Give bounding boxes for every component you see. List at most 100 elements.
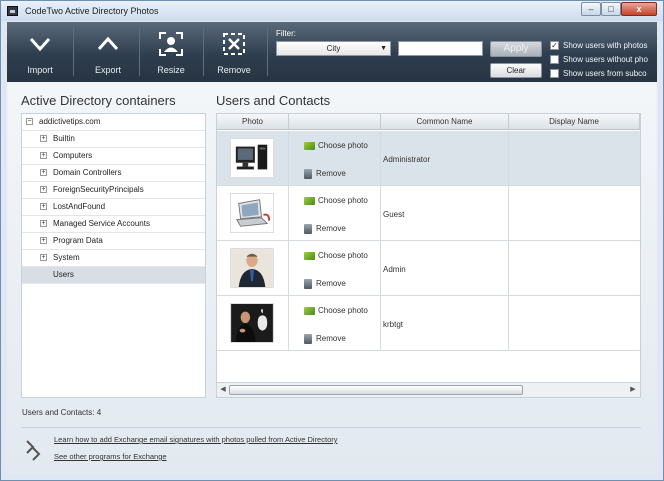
scroll-right-icon[interactable]: ▶ (628, 385, 638, 395)
expand-icon[interactable]: + (40, 237, 47, 244)
tree-root-label: addictivetips.com (39, 117, 101, 126)
tree-item-domain-controllers[interactable]: + Domain Controllers (22, 165, 205, 182)
expand-icon[interactable]: + (40, 220, 47, 227)
expand-icon[interactable]: + (40, 254, 47, 261)
tree-item-system[interactable]: + System (22, 250, 205, 267)
other-programs-link[interactable]: See other programs for Exchange (54, 452, 167, 461)
double-chevron-icon (26, 440, 41, 461)
photo-cell (217, 296, 289, 351)
containers-tree: − addictivetips.com + Builtin + Computer… (21, 113, 206, 398)
resize-button[interactable]: Resize (141, 22, 201, 82)
expand-icon[interactable]: + (40, 152, 47, 159)
remove-photo-icon (223, 33, 245, 55)
presenter-photo (230, 303, 274, 343)
show-subcontainers-checkbox[interactable]: Show users from subco (550, 69, 657, 79)
export-label: Export (94, 65, 121, 75)
expand-icon[interactable]: + (40, 169, 47, 176)
remove-photo-label: Remove (316, 279, 346, 289)
minimize-button[interactable]: – (581, 2, 601, 16)
expand-icon[interactable]: + (40, 203, 47, 210)
checkbox-icon (550, 69, 559, 79)
tree-item-label: LostAndFound (53, 202, 106, 211)
scroll-left-icon[interactable]: ◀ (218, 385, 228, 395)
main-content: Active Directory containers Users and Co… (7, 82, 657, 474)
horizontal-scrollbar[interactable]: ◀ ▶ (217, 382, 640, 397)
folder-icon (304, 306, 315, 315)
maximize-button[interactable]: □ (601, 2, 621, 16)
tree-item-label: ForeignSecurityPrincipals (53, 185, 144, 194)
apply-button[interactable]: Apply (490, 41, 542, 57)
filter-select[interactable]: City ▼ (276, 41, 391, 56)
signatures-link[interactable]: Learn how to add Exchange email signatur… (54, 435, 337, 444)
app-icon (7, 6, 18, 16)
tree-item-label: Users (53, 270, 74, 279)
column-header-photo[interactable]: Photo (217, 114, 289, 130)
filter-select-value: City (326, 44, 341, 53)
checkbox-label: Show users from subco (563, 69, 647, 78)
tree-item-label: Computers (53, 151, 93, 160)
scrollbar-thumb[interactable] (229, 385, 523, 395)
tree-item-label: Domain Controllers (53, 168, 122, 177)
import-label: Import (27, 65, 53, 75)
show-with-photos-checkbox[interactable]: ✓ Show users with photos (550, 41, 657, 51)
trash-icon (304, 279, 312, 289)
column-header-display-name[interactable]: Display Name (509, 114, 640, 130)
common-name: Administrator (383, 155, 431, 164)
choose-photo-link[interactable]: Choose photo (304, 196, 368, 205)
tree-item-program-data[interactable]: + Program Data (22, 233, 205, 250)
users-heading: Users and Contacts (216, 93, 331, 108)
filter-input[interactable] (398, 41, 483, 56)
expand-icon[interactable]: + (40, 135, 47, 142)
grid-header: Photo Common Name Display Name (217, 114, 640, 130)
collapse-icon[interactable]: − (26, 118, 33, 125)
close-button[interactable]: x (621, 2, 657, 16)
show-without-photos-checkbox[interactable]: Show users without pho (550, 55, 657, 65)
table-row[interactable]: Choose photo Remove Guest (217, 186, 640, 241)
folder-icon (304, 196, 315, 205)
actions-cell: Choose photo Remove (289, 296, 381, 351)
computer-photo (230, 138, 274, 178)
tree-item-label: Program Data (53, 236, 103, 245)
table-row[interactable]: Choose photo Remove Admin (217, 241, 640, 296)
tree-item-managed-service-accounts[interactable]: + Managed Service Accounts (22, 216, 205, 233)
common-name-cell: Guest (381, 186, 509, 241)
choose-photo-link[interactable]: Choose photo (304, 306, 368, 315)
import-button[interactable]: Import (11, 22, 69, 82)
tree-item-users[interactable]: Users (22, 267, 205, 284)
choose-photo-label: Choose photo (318, 251, 368, 260)
tree-item-builtin[interactable]: + Builtin (22, 131, 205, 148)
chevron-up-icon (97, 36, 119, 51)
remove-photo-link[interactable]: Remove (304, 279, 346, 289)
table-row[interactable]: Choose photo Remove krbtgt (217, 296, 640, 351)
common-name-cell: krbtgt (381, 296, 509, 351)
photo-cell (217, 241, 289, 296)
common-name: krbtgt (383, 320, 404, 329)
remove-button[interactable]: Remove (205, 22, 263, 82)
choose-photo-link[interactable]: Choose photo (304, 251, 368, 260)
table-row[interactable]: Choose photo Remove Administrator (217, 131, 640, 186)
choose-photo-link[interactable]: Choose photo (304, 141, 368, 150)
dropdown-caret-icon: ▼ (380, 45, 387, 52)
checkbox-label: Show users with photos (563, 41, 648, 50)
column-header-common-name[interactable]: Common Name (381, 114, 509, 130)
tree-item-foreign-security[interactable]: + ForeignSecurityPrincipals (22, 182, 205, 199)
common-name-cell: Admin (381, 241, 509, 296)
checkbox-checked-icon: ✓ (550, 41, 559, 51)
tree-item-lost-and-found[interactable]: + LostAndFound (22, 199, 205, 216)
tree-item-computers[interactable]: + Computers (22, 148, 205, 165)
toolbar-separator (139, 28, 140, 76)
remove-photo-link[interactable]: Remove (304, 169, 346, 179)
remove-photo-label: Remove (316, 334, 346, 344)
toolbar-separator (267, 28, 268, 76)
remove-photo-link[interactable]: Remove (304, 334, 346, 344)
clear-button[interactable]: Clear (490, 63, 542, 78)
column-header-actions[interactable] (289, 114, 381, 130)
tree-root[interactable]: − addictivetips.com (22, 114, 205, 131)
tree-item-label: Managed Service Accounts (53, 219, 150, 228)
remove-photo-label: Remove (316, 169, 346, 179)
trash-icon (304, 334, 312, 344)
toolbar-separator (73, 28, 74, 76)
remove-photo-link[interactable]: Remove (304, 224, 346, 234)
expand-icon[interactable]: + (40, 186, 47, 193)
export-button[interactable]: Export (79, 22, 137, 82)
